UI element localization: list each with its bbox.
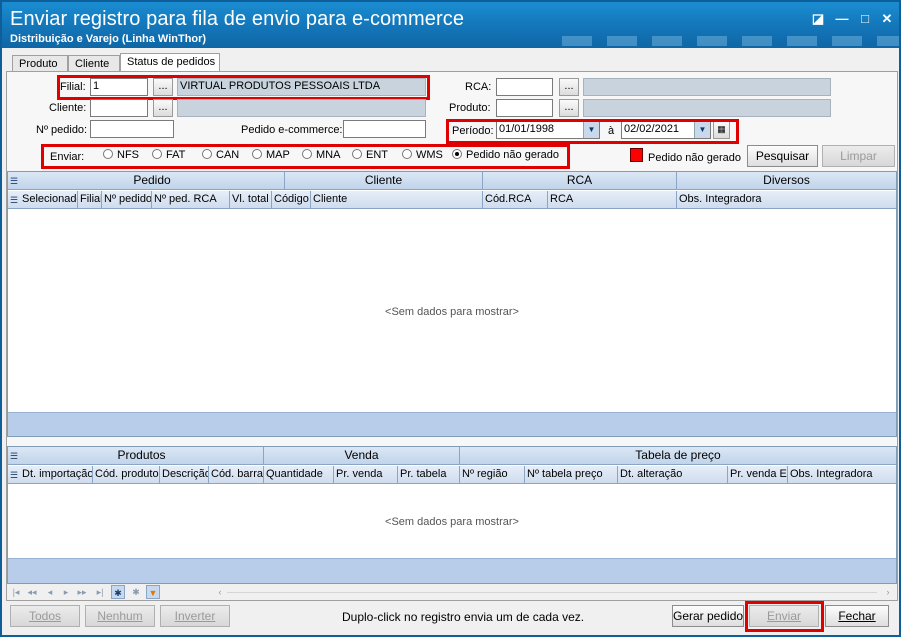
highlight-filial	[57, 75, 430, 100]
nav-first-icon[interactable]: |◂	[9, 585, 23, 599]
col-codigo[interactable]: Código	[272, 191, 311, 209]
band-diversos: Diversos	[763, 173, 810, 187]
cliente-label: Cliente:	[49, 102, 87, 114]
todos-button[interactable]: Todos	[10, 605, 80, 627]
grid2-menu-icon[interactable]: ☰	[10, 451, 20, 461]
maximize-icon[interactable]: □	[857, 11, 873, 27]
col-nro-tabela-preco[interactable]: Nº tabela preço	[525, 466, 618, 484]
col-nro-pedido[interactable]: Nº pedido	[102, 191, 152, 209]
tab-cliente[interactable]: Cliente	[68, 55, 120, 72]
title-decoration	[562, 36, 899, 46]
col-nro-ped-rca[interactable]: Nº ped. RCA	[152, 191, 230, 209]
rca-label: RCA:	[465, 81, 492, 93]
tab-produto[interactable]: Produto	[12, 55, 68, 72]
nro-pedido-label: Nº pedido:	[36, 124, 88, 136]
col-dt-alteracao[interactable]: Dt. alteração	[618, 466, 728, 484]
legend-swatch	[630, 148, 643, 162]
nenhum-button[interactable]: Nenhum	[85, 605, 155, 627]
col-filial[interactable]: Filial	[78, 191, 102, 209]
pedidos-grid-empty: <Sem dados para mostrar>	[385, 306, 519, 318]
grid-menu-icon[interactable]: ☰	[10, 176, 20, 186]
cliente-lookup-button[interactable]: ...	[153, 99, 173, 117]
main-window: Enviar registro para fila de envio para …	[0, 0, 901, 637]
limpar-button[interactable]: Limpar	[822, 145, 895, 167]
window-subtitle: Distribuição e Varejo (Linha WinThor)	[10, 33, 207, 45]
highlight-periodo	[446, 119, 739, 144]
highlight-enviar	[41, 144, 570, 169]
window-title: Enviar registro para fila de envio para …	[10, 8, 465, 30]
nav-prev-page-icon[interactable]: ◂◂	[25, 585, 39, 599]
col-pr-venda-e[interactable]: Pr. venda E	[728, 466, 788, 484]
footer-hint: Duplo-click no registro envia um de cada…	[342, 610, 585, 624]
col-pr-venda[interactable]: Pr. venda	[334, 466, 398, 484]
record-navigator: |◂ ◂◂ ◂ ▸ ▸▸ ▸| ✱ ✱ ▼ ‹ ›	[7, 584, 897, 600]
nav-last-icon[interactable]: ▸|	[93, 585, 107, 599]
pesquisar-button[interactable]: Pesquisar	[747, 145, 818, 167]
band-tabela-preco: Tabela de preço	[635, 448, 721, 462]
nav-next-page-icon[interactable]: ▸▸	[75, 585, 89, 599]
col-cod-rca[interactable]: Cód.RCA	[483, 191, 548, 209]
col-quantidade[interactable]: Quantidade	[264, 466, 334, 484]
itens-grid-empty: <Sem dados para mostrar>	[385, 516, 519, 528]
pedidos-grid[interactable]: ☰ Pedido Cliente RCA Diversos ☰ Selecion…	[7, 171, 897, 437]
scroll-right-icon[interactable]: ›	[881, 585, 895, 599]
col-rca[interactable]: RCA	[548, 191, 677, 209]
nav-next-icon[interactable]: ▸	[59, 585, 73, 599]
band-cliente: Cliente	[285, 172, 483, 190]
col-cod-barra[interactable]: Cód. barra	[209, 466, 264, 484]
pedidos-grid-bands: ☰ Pedido Cliente RCA Diversos	[8, 172, 896, 190]
col-obs-integradora-2[interactable]: Obs. Integradora	[788, 466, 896, 484]
rca-name-display	[583, 78, 831, 96]
pedido-ecommerce-label: Pedido e-commerce:	[241, 124, 343, 136]
col-vl-total[interactable]: Vl. total	[230, 191, 272, 209]
itens-grid-columns: ☰ Dt. importação Cód. produto Descrição …	[8, 466, 896, 484]
nav-insert-icon[interactable]: ✱	[111, 585, 125, 599]
produto-lookup-button[interactable]: ...	[559, 99, 579, 117]
band-pedido: Pedido	[20, 172, 285, 190]
rca-input[interactable]	[496, 78, 553, 96]
col-cliente[interactable]: Cliente	[311, 191, 483, 209]
itens-grid[interactable]: ☰ Produtos Venda Tabela de preço ☰ Dt. i…	[7, 446, 897, 584]
title-bar: Enviar registro para fila de envio para …	[2, 2, 899, 48]
cliente-name-display	[177, 99, 426, 117]
band-produtos: Produtos	[20, 447, 264, 465]
filter-icon[interactable]: ▼	[146, 585, 160, 599]
itens-grid-footer	[8, 558, 896, 583]
highlight-enviar-button	[745, 601, 824, 632]
col-selecionado[interactable]: Selecionado	[20, 191, 78, 209]
nav-prev-icon[interactable]: ◂	[43, 585, 57, 599]
horizontal-scrollbar[interactable]	[227, 592, 877, 593]
pedidos-grid-footer	[8, 412, 896, 436]
restore-icon[interactable]: ◪	[810, 11, 826, 27]
fechar-button[interactable]: Fechar	[825, 605, 889, 627]
col-obs-integradora[interactable]: Obs. Integradora	[677, 191, 896, 209]
rca-lookup-button[interactable]: ...	[559, 78, 579, 96]
legend-label: Pedido não gerado	[648, 152, 741, 164]
col-nro-regiao[interactable]: Nº região	[460, 466, 525, 484]
close-icon[interactable]: ✕	[879, 11, 895, 27]
col-pr-tabela[interactable]: Pr. tabela	[398, 466, 460, 484]
grid-columns-icon[interactable]: ☰	[10, 195, 20, 205]
gerar-pedido-button[interactable]: Gerar pedido	[672, 605, 744, 627]
cliente-input[interactable]	[90, 99, 148, 117]
pedido-ecommerce-input[interactable]	[343, 120, 426, 138]
col-descricao[interactable]: Descrição	[160, 466, 209, 484]
produto-label: Produto:	[449, 102, 491, 114]
pedidos-grid-columns: ☰ Selecionado Filial Nº pedido Nº ped. R…	[8, 191, 896, 209]
produto-name-display	[583, 99, 831, 117]
grid2-columns-icon[interactable]: ☰	[10, 470, 20, 480]
scroll-left-icon[interactable]: ‹	[213, 585, 227, 599]
produto-input[interactable]	[496, 99, 553, 117]
nav-delete-icon[interactable]: ✱	[129, 585, 143, 599]
inverter-button[interactable]: Inverter	[160, 605, 230, 627]
nro-pedido-input[interactable]	[90, 120, 174, 138]
minimize-icon[interactable]: —	[834, 11, 850, 27]
band-venda: Venda	[264, 447, 460, 465]
col-cod-produto[interactable]: Cód. produto	[93, 466, 160, 484]
tab-status-de-pedidos[interactable]: Status de pedidos	[120, 53, 220, 72]
itens-grid-bands: ☰ Produtos Venda Tabela de preço	[8, 447, 896, 465]
col-dt-importacao[interactable]: Dt. importação	[20, 466, 93, 484]
band-rca: RCA	[483, 172, 677, 190]
